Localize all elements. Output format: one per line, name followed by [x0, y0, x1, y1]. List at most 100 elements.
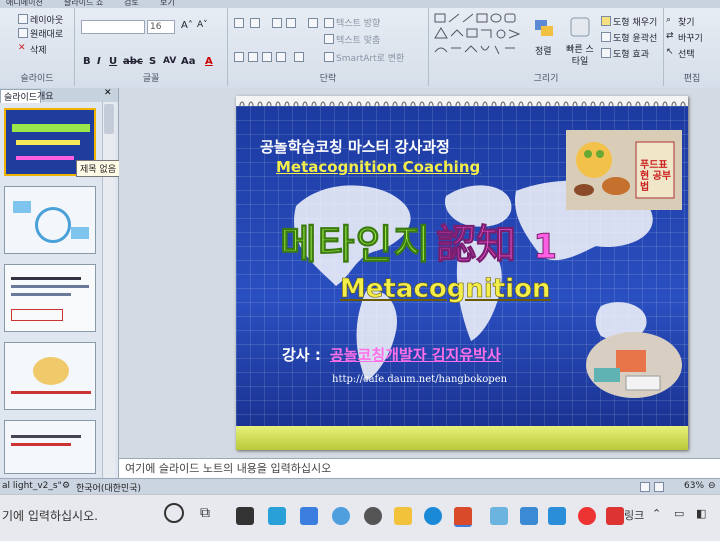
- change-case-button[interactable]: Aa: [181, 56, 196, 67]
- align-center-icon[interactable]: [248, 52, 258, 62]
- decrease-indent-icon[interactable]: [272, 18, 282, 28]
- course-title: 공놀학습코칭 마스터 강사과정: [260, 138, 450, 156]
- app-icon-4[interactable]: [548, 507, 566, 525]
- slide-thumbnail-4[interactable]: [4, 342, 96, 410]
- tray-volume-icon[interactable]: ◧: [696, 507, 706, 520]
- cortana-icon[interactable]: [164, 503, 184, 523]
- shape-outline-button[interactable]: 도형 윤곽선: [613, 31, 657, 44]
- grow-font-icon[interactable]: A˄: [181, 20, 193, 31]
- align-left-icon[interactable]: [234, 52, 244, 62]
- arrange-button[interactable]: 정렬: [535, 44, 552, 57]
- slide-sorter-icon[interactable]: [654, 482, 664, 492]
- app-icon[interactable]: [300, 507, 318, 525]
- main-title-hanja: 認知: [436, 222, 517, 269]
- smartart-button[interactable]: SmartArt로 변환: [336, 51, 404, 64]
- app-icon-5[interactable]: [578, 507, 596, 525]
- font-group: 16 A˄ A˅ B I U abc S AV Aa A 글꼴: [75, 8, 228, 86]
- close-panel-icon[interactable]: ✕: [104, 88, 112, 98]
- layout-button[interactable]: 레이아웃: [30, 13, 63, 26]
- align-right-icon[interactable]: [262, 52, 272, 62]
- font-name-box[interactable]: [81, 20, 145, 34]
- tray-network-icon[interactable]: ▭: [674, 507, 684, 520]
- paragraph-group-label: 단락: [319, 74, 337, 84]
- notes-pane[interactable]: 여기에 슬라이드 노트의 내용을 입력하십시오: [119, 458, 720, 479]
- slide-footer-band: [236, 426, 688, 450]
- quick-styles-icon[interactable]: [569, 16, 593, 40]
- presenter-prefix: 강사 :: [282, 346, 321, 364]
- cafe-url[interactable]: http://cafe.daum.net/hangbokopen: [332, 374, 507, 385]
- tab-slideshow[interactable]: 슬라이드 쇼: [64, 0, 103, 8]
- slides-group-label: 슬라이드: [20, 74, 54, 84]
- zoom-out-icon[interactable]: ⊖: [708, 481, 716, 491]
- thumb-title-bar: [12, 124, 90, 132]
- slides-panel-scrollbar[interactable]: [102, 102, 115, 478]
- select-button[interactable]: 선택: [678, 47, 695, 60]
- tab-review[interactable]: 검토: [124, 0, 139, 8]
- bullets-icon[interactable]: [234, 18, 244, 28]
- tab-outline[interactable]: 개요: [34, 89, 57, 102]
- reset-icon: [18, 28, 28, 38]
- app-icon-3[interactable]: [520, 507, 538, 525]
- main-subtitle: Metacognition: [340, 274, 551, 305]
- slide-thumbnail-2[interactable]: [4, 186, 96, 254]
- app-icon-2[interactable]: [490, 507, 508, 525]
- justify-icon[interactable]: [276, 52, 286, 62]
- app-icon-6[interactable]: [606, 507, 624, 525]
- align-text-button[interactable]: 텍스트 맞춤: [336, 33, 380, 46]
- font-group-label: 글꼴: [142, 74, 160, 84]
- status-language[interactable]: 한국어(대한민국): [76, 481, 141, 494]
- language-icon: ⚙: [62, 481, 71, 491]
- shrink-font-icon[interactable]: A˅: [197, 20, 208, 30]
- shapes-gallery-icon[interactable]: [433, 12, 525, 62]
- text-direction-button[interactable]: 텍스트 방향: [336, 16, 380, 29]
- italic-button[interactable]: I: [97, 56, 101, 67]
- ribbon: 애니메이션 슬라이드 쇼 검토 보기 레이아웃 원래대로 ✕ 삭제 슬라이드 1…: [0, 0, 720, 89]
- slide-thumbnail-5[interactable]: [4, 420, 96, 474]
- scrollbar-thumb[interactable]: [104, 104, 114, 134]
- columns-icon[interactable]: [294, 52, 304, 62]
- font-color-button[interactable]: A: [205, 56, 213, 67]
- bold-button[interactable]: B: [83, 56, 91, 67]
- internet-explorer-icon[interactable]: [332, 507, 350, 525]
- taskbar-search-box[interactable]: 기에 입력하십시오.: [2, 507, 98, 524]
- shape-fill-button[interactable]: 도형 채우기: [613, 15, 657, 28]
- tray-link-text[interactable]: 링크: [624, 507, 644, 523]
- increase-indent-icon[interactable]: [286, 18, 296, 28]
- quick-styles-button[interactable]: 빠른 스타일: [563, 44, 597, 68]
- smartart-icon: [324, 52, 334, 62]
- line-spacing-icon[interactable]: [308, 18, 318, 28]
- powerpoint-icon[interactable]: [454, 507, 472, 527]
- replace-button[interactable]: 바꾸기: [678, 31, 703, 44]
- status-zoom[interactable]: 63%: [684, 481, 704, 491]
- tab-view[interactable]: 보기: [160, 0, 175, 8]
- font-size-box[interactable]: 16: [147, 20, 175, 34]
- char-spacing-button[interactable]: AV: [163, 56, 176, 66]
- tray-chevron-icon[interactable]: ⌃: [652, 507, 661, 520]
- slide-thumbnail-3[interactable]: [4, 264, 96, 332]
- paragraph-group: 텍스트 방향 텍스트 맞춤 SmartArt로 변환 단락: [228, 8, 429, 86]
- file-explorer-icon[interactable]: [394, 507, 412, 525]
- numbering-icon[interactable]: [250, 18, 260, 28]
- normal-view-icon[interactable]: [640, 482, 650, 492]
- task-view-icon[interactable]: ⧉: [200, 505, 210, 521]
- tab-animation[interactable]: 애니메이션: [6, 0, 43, 8]
- edge-icon[interactable]: [424, 507, 442, 525]
- chrome-icon[interactable]: [364, 507, 382, 525]
- arrange-icon[interactable]: [533, 18, 557, 40]
- store-icon[interactable]: [236, 507, 254, 525]
- slide-canvas[interactable]: 푸드표현 공부법 공놀학습코칭 마스터 강사과정 Metacognition C…: [236, 96, 688, 450]
- underline-button[interactable]: U: [109, 56, 117, 67]
- reset-button[interactable]: 원래대로: [30, 27, 63, 40]
- spiral-binding: [236, 96, 688, 111]
- delete-button[interactable]: 삭제: [30, 43, 47, 56]
- editing-group-label: 편집: [683, 74, 701, 84]
- shape-effects-button[interactable]: 도형 효과: [613, 47, 649, 60]
- strikethrough-button[interactable]: abc: [123, 56, 143, 67]
- ribbon-tab-strip: 애니메이션 슬라이드 쇼 검토 보기: [0, 0, 720, 8]
- mail-icon[interactable]: [268, 507, 286, 525]
- course-subtitle: Metacognition Coaching: [276, 158, 481, 176]
- shadow-button[interactable]: S: [149, 56, 156, 67]
- find-button[interactable]: 찾기: [678, 15, 695, 28]
- thumb-text-line: [11, 285, 89, 288]
- main-title: 메타인지 認知 1: [279, 212, 557, 270]
